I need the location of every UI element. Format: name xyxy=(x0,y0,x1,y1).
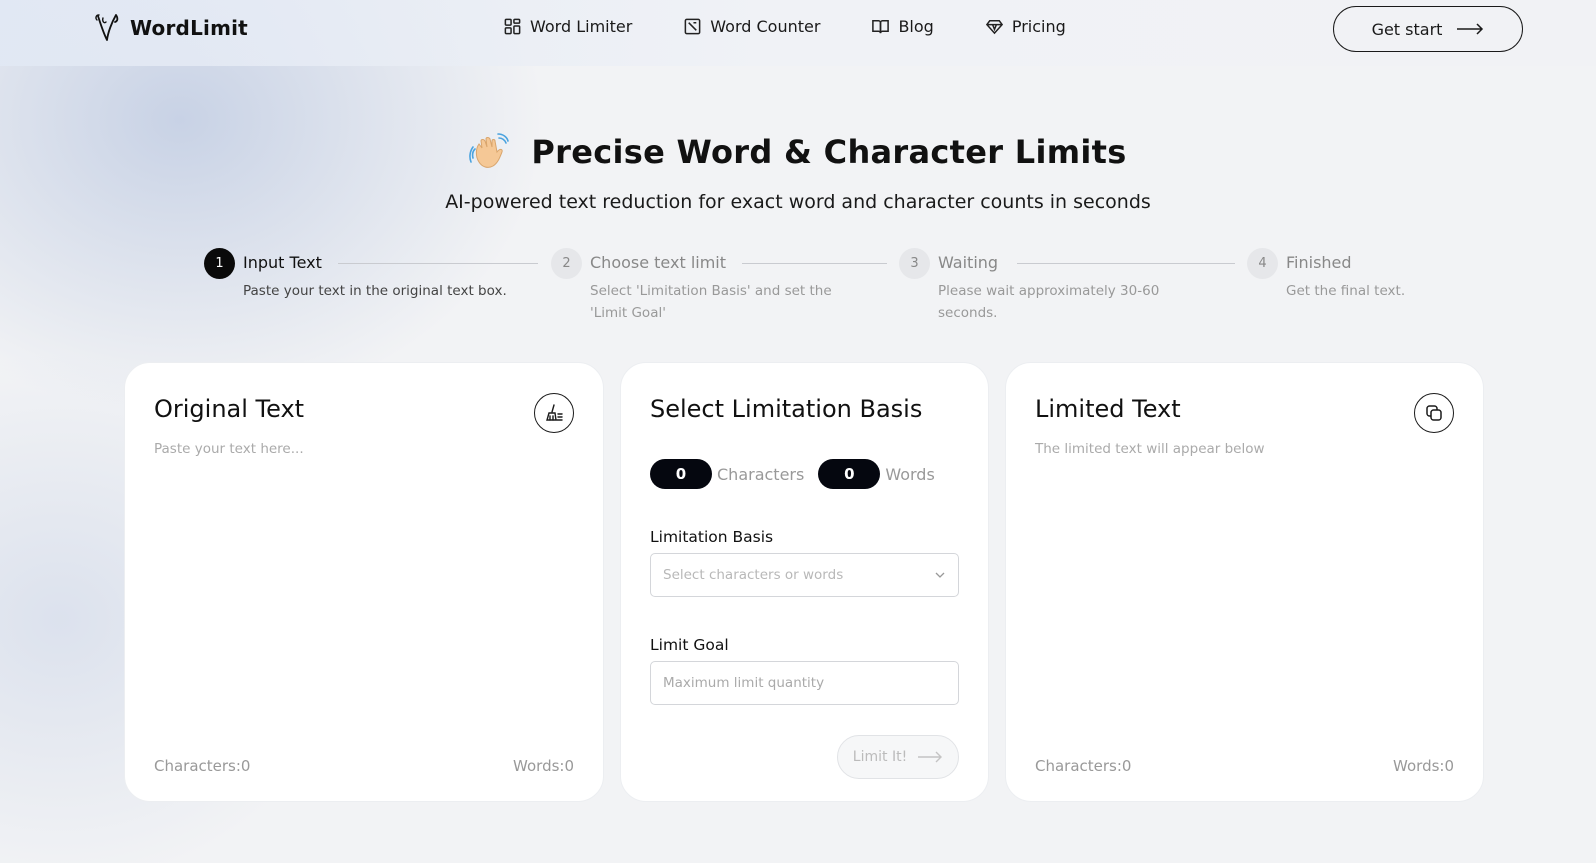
nav-word-limiter-label: Word Limiter xyxy=(530,17,633,36)
page-title: Precise Word & Character Limits xyxy=(531,133,1127,171)
step-4-title: Finished xyxy=(1286,253,1352,272)
limit-goal-label: Limit Goal xyxy=(650,636,729,654)
count-summary: 0 Characters 0 Words xyxy=(650,459,949,489)
step-divider xyxy=(742,263,887,264)
original-text-input[interactable]: Paste your text here... xyxy=(154,441,574,741)
hero-heading: Precise Word & Character Limits xyxy=(0,132,1596,172)
top-nav: WordLimit Word Limiter Word Counter Blog xyxy=(0,0,1596,66)
original-word-count: Words:0 xyxy=(513,757,574,775)
word-count-badge: 0 xyxy=(818,459,881,489)
limited-text-output: The limited text will appear below xyxy=(1035,441,1265,457)
copy-icon xyxy=(1426,405,1442,421)
arrow-right-icon xyxy=(918,751,943,763)
diamond-icon xyxy=(985,20,1003,35)
nav-blog-label: Blog xyxy=(898,17,934,36)
get-start-label: Get start xyxy=(1371,19,1443,39)
limitation-basis-select[interactable]: Select characters or words xyxy=(650,553,959,597)
nav-word-counter-label: Word Counter xyxy=(710,17,821,36)
step-divider xyxy=(1017,263,1235,264)
limitation-settings-card: Select Limitation Basis 0 Characters 0 W… xyxy=(620,362,989,802)
step-4-number: 4 xyxy=(1247,248,1278,279)
limited-text-title: Limited Text xyxy=(1035,395,1181,423)
limited-char-count: Characters:0 xyxy=(1035,757,1132,775)
limit-goal-input[interactable]: Maximum limit quantity xyxy=(650,661,959,705)
limited-word-count: Words:0 xyxy=(1393,757,1454,775)
waving-hand-icon xyxy=(469,133,510,168)
limitation-basis-label: Limitation Basis xyxy=(650,528,774,546)
chevron-down-icon xyxy=(935,572,945,578)
nav-pricing-label: Pricing xyxy=(1011,17,1066,36)
logo[interactable]: WordLimit xyxy=(94,12,248,44)
nav-pricing[interactable]: Pricing xyxy=(985,17,1066,36)
char-count-badge: 0 xyxy=(650,459,712,489)
step-2-number: 2 xyxy=(551,248,582,279)
book-icon xyxy=(872,20,890,34)
step-2-title: Choose text limit xyxy=(590,253,727,272)
step-2-desc: Select 'Limitation Basis' and set the 'L… xyxy=(590,283,832,321)
nav-word-counter[interactable]: Word Counter xyxy=(683,17,820,36)
char-count-label: Characters xyxy=(717,464,805,484)
limitation-basis-placeholder: Select characters or words xyxy=(663,567,844,583)
broom-icon xyxy=(546,404,563,421)
limit-it-label: Limit It! xyxy=(852,749,908,765)
nav-word-limiter[interactable]: Word Limiter xyxy=(503,17,632,36)
step-3-title: Waiting xyxy=(938,253,999,272)
nav-links: Word Limiter Word Counter Blog Pricing xyxy=(503,17,1117,36)
clear-text-button[interactable] xyxy=(534,393,574,433)
step-3-desc: Please wait approximately 30-60 seconds. xyxy=(938,283,1160,321)
get-start-button[interactable]: Get start xyxy=(1333,6,1523,52)
step-1-number: 1 xyxy=(204,248,235,279)
progress-steps: 1 Input Text Paste your text in the orig… xyxy=(204,248,1405,328)
step-4-desc: Get the final text. xyxy=(1286,283,1406,299)
original-text-title: Original Text xyxy=(154,395,305,423)
step-divider xyxy=(338,263,538,264)
arrow-right-icon xyxy=(1457,23,1484,35)
page-subtitle: AI-powered text reduction for exact word… xyxy=(445,191,1151,213)
original-char-count: Characters:0 xyxy=(154,757,251,775)
copy-button[interactable] xyxy=(1414,393,1454,433)
limit-it-button[interactable]: Limit It! xyxy=(837,735,959,779)
nav-blog[interactable]: Blog xyxy=(871,17,934,36)
limitation-settings-title: Select Limitation Basis xyxy=(650,395,923,423)
limited-text-card: Limited Text The limited text will appea… xyxy=(1005,362,1484,802)
step-1-desc: Paste your text in the original text box… xyxy=(243,283,507,299)
word-count-label: Words xyxy=(885,464,935,484)
step-3-number: 3 xyxy=(899,248,930,279)
brand-name: WordLimit xyxy=(130,16,248,40)
grid-icon xyxy=(504,18,521,35)
original-text-card: Original Text Paste your text here... Ch… xyxy=(124,362,604,802)
edit-square-icon xyxy=(684,18,701,35)
logo-icon xyxy=(95,14,119,41)
step-1-title: Input Text xyxy=(243,253,322,272)
